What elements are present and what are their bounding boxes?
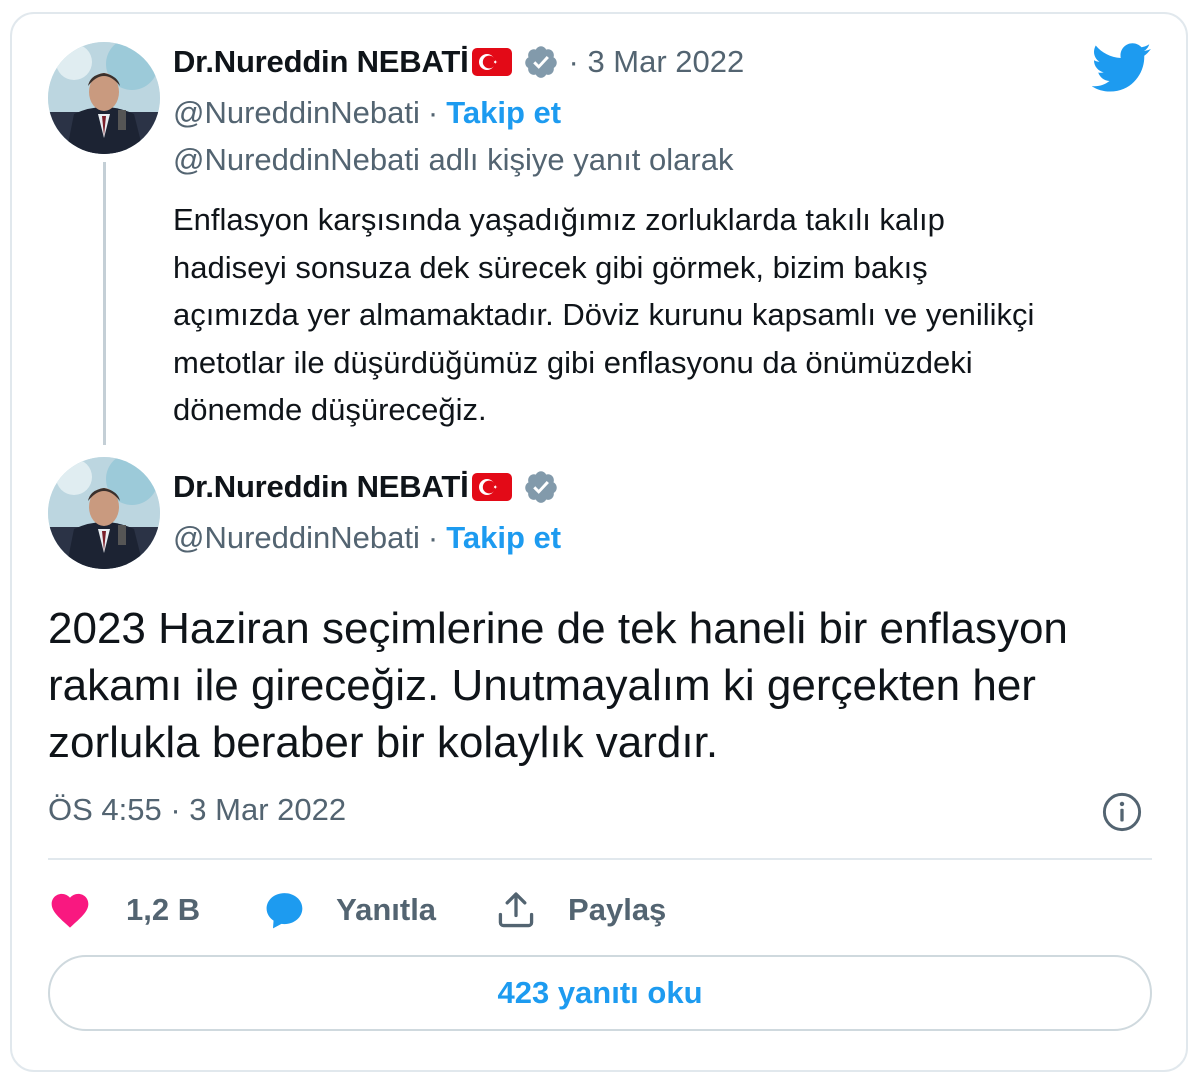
user-handle[interactable]: @NureddinNebati (173, 520, 420, 556)
share-button[interactable]: Paylaş (494, 888, 666, 932)
tweet-text-line: dönemde düşüreceğiz. (173, 392, 487, 427)
main-tweet-text: 2023 Haziran seçimlerine de tek haneli b… (48, 600, 1158, 771)
read-replies-button[interactable]: 423 yanıtı oku (48, 955, 1152, 1031)
parent-tweet-text: Enflasyon karşısında yaşadığımız zorlukl… (173, 196, 1153, 434)
share-label: Paylaş (568, 892, 667, 927)
main-tweet-handle-row: @NureddinNebati · Takip et (173, 520, 561, 556)
info-icon[interactable] (1100, 790, 1144, 834)
main-tweet-author: Dr.Nureddin NEBATİ (173, 469, 559, 505)
tweet-text-line: metotlar ile düşürdüğümüz gibi enflasyon… (173, 344, 973, 380)
reply-context: @NureddinNebati adlı kişiye yanıt olarak (173, 142, 734, 177)
avatar-photo (48, 42, 160, 154)
reply-label: Yanıtla (336, 892, 437, 927)
verified-badge-icon (523, 469, 559, 505)
follow-link[interactable]: Takip et (446, 520, 561, 556)
like-count: 1,2 B (126, 892, 201, 927)
tweet-text-line: hadiseyi sonsuza dek sürecek gibi görmek… (173, 249, 928, 285)
tweet-text-line: Enflasyon karşısında yaşadığımız zorlukl… (173, 202, 945, 237)
twitter-bird-icon[interactable] (1091, 42, 1152, 94)
tweet-date-link[interactable]: · 3 Mar 2022 (569, 44, 745, 80)
turkey-flag-icon (471, 47, 513, 77)
like-button[interactable]: 1,2 B (48, 888, 200, 932)
tweet-timestamp-link[interactable]: ÖS 4:55 · 3 Mar 2022 (48, 792, 346, 828)
turkey-flag-icon (471, 472, 513, 502)
thread-connector-line (103, 162, 106, 445)
avatar[interactable] (48, 457, 160, 569)
verified-badge-icon (523, 44, 559, 80)
display-name[interactable]: Dr.Nureddin NEBATİ (173, 469, 469, 505)
heart-icon (48, 888, 92, 932)
tweet-actions-bar: 1,2 B Yanıtla Paylaş (48, 880, 666, 940)
divider (48, 858, 1152, 860)
avatar[interactable] (48, 42, 160, 154)
reply-button[interactable]: Yanıtla (262, 888, 436, 932)
share-upload-icon (494, 888, 538, 932)
display-name[interactable]: Dr.Nureddin NEBATİ (173, 44, 469, 80)
chat-bubble-icon (262, 888, 306, 932)
follow-link[interactable]: Takip et (446, 95, 561, 131)
parent-tweet-handle-row: @NureddinNebati · Takip et (173, 95, 561, 131)
separator-dot: · (427, 95, 439, 130)
tweet-text-line: 2023 Haziran seçimlerine de tek haneli b… (48, 604, 1068, 653)
separator-dot: · (427, 520, 439, 555)
tweet-text-line: rakamı ile gireceğiz. Unutmayalım ki ger… (48, 661, 1036, 710)
user-handle[interactable]: @NureddinNebati (173, 95, 420, 131)
avatar-photo (48, 457, 160, 569)
tweet-text-line: zorlukla beraber bir kolaylık vardır. (48, 718, 719, 767)
parent-tweet-author: Dr.Nureddin NEBATİ · 3 Mar 2022 (173, 44, 744, 80)
tweet-text-line: açımızda yer almamaktadır. Döviz kurunu … (173, 297, 1035, 332)
